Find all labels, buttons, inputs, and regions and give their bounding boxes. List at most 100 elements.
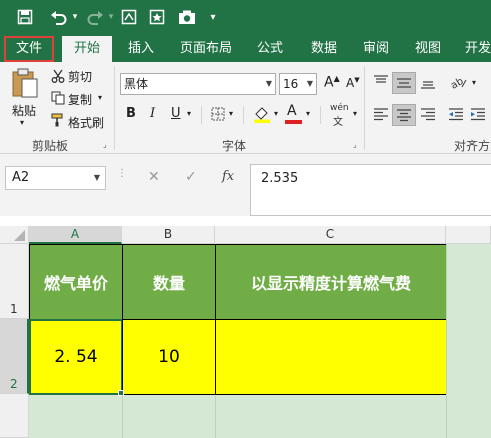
align-bottom-icon[interactable] [418,72,438,92]
gridline [446,244,447,438]
name-box[interactable]: A2 ▼ [5,166,106,190]
copy-dropdown-icon[interactable]: ▾ [98,93,102,102]
underline-button[interactable]: U [171,106,181,121]
divider [243,106,244,124]
phonetic-button[interactable]: wén [330,103,349,113]
chevron-down-icon: ▼ [93,173,100,182]
grow-font-button[interactable]: A▲ [324,74,340,91]
gridline [215,395,216,438]
increase-indent-icon[interactable] [468,104,488,124]
row-header-1[interactable]: 1 [0,244,29,319]
orientation-dropdown-icon[interactable]: ▾ [472,78,476,87]
paste-dropdown-icon[interactable]: ▾ [20,118,24,127]
align-left-icon[interactable] [371,104,391,124]
paste-icon[interactable] [8,66,42,100]
fill-handle[interactable] [118,390,124,396]
tab-developer[interactable]: 开发 [458,36,491,62]
cut-button[interactable]: 剪切 [68,68,92,85]
fill-color-icon[interactable] [252,104,272,124]
shrink-font-button[interactable]: A▼ [346,76,360,90]
redo-dropdown-icon[interactable]: ▾ [106,6,116,28]
cell-c1[interactable]: 以显示精度计算燃气费 [215,244,447,320]
clipboard-group-label: 剪贴板 [32,139,69,153]
italic-button[interactable]: I [150,106,155,121]
group-divider [364,66,365,150]
align-middle-icon[interactable] [392,72,416,94]
tab-file[interactable]: 文件 [4,36,54,62]
select-all-corner[interactable] [0,226,29,244]
clipboard-launcher-icon[interactable]: ⌟ [103,140,107,149]
undo-dropdown-icon[interactable]: ▾ [70,6,80,28]
tab-insert[interactable]: 插入 [118,36,164,62]
font-color-dropdown-icon[interactable]: ▾ [306,109,310,118]
formula-bar-area: A2 ▼ ⋮ ✕ ✓ fx 2.535 [0,154,491,216]
enter-icon[interactable]: ✓ [185,169,197,185]
cell-a1[interactable]: 燃气单价 [29,244,123,320]
borders-dropdown-icon[interactable]: ▾ [229,109,233,118]
row-header-3[interactable] [0,394,29,438]
font-size-select[interactable]: 16 ▼ [279,73,317,95]
insert-function-button[interactable]: fx [222,169,234,184]
fill-color-dropdown-icon[interactable]: ▾ [274,109,278,118]
ribbon-tabs: 文件 开始 插入 页面布局 公式 数据 审阅 视图 开发 [0,36,491,62]
column-header-b[interactable]: B [122,226,215,244]
formula-bar-grip-icon: ⋮ [117,168,127,179]
format-painter-icon[interactable] [50,112,66,128]
cell-b2-text: 10 [158,347,180,367]
cell-a2-text: 2. 54 [54,347,98,367]
ribbon: 粘贴 ▾ 剪切 复制 ▾ 格式刷 剪贴板 ⌟ 黑体 ▼ 16 ▼ A▲ A▼ B… [0,62,491,154]
cell-b1-text: 数量 [152,274,185,293]
tab-home[interactable]: 开始 [62,36,112,62]
save-icon[interactable] [14,6,36,28]
column-header-d[interactable] [446,226,491,244]
align-center-icon[interactable] [392,104,416,126]
phonetic-dropdown-icon[interactable]: ▾ [353,109,357,118]
decrease-indent-icon[interactable] [446,104,466,124]
cell-b2[interactable]: 10 [122,319,216,395]
orientation-icon[interactable]: ab [448,72,470,92]
copy-icon[interactable] [50,90,66,106]
underline-dropdown-icon[interactable]: ▾ [187,109,191,118]
customize-toolbar-icon[interactable]: ▾ [206,6,220,28]
cell-c1-text: 以显示精度计算燃气费 [250,274,411,293]
font-color-swatch [285,120,302,124]
svg-text:ab: ab [450,76,465,90]
gridline [122,395,123,438]
tab-review[interactable]: 审阅 [354,36,398,62]
bold-button[interactable]: B [126,106,136,121]
font-color-button[interactable]: A [287,103,297,119]
tab-data[interactable]: 数据 [302,36,346,62]
paste-label[interactable]: 粘贴 [12,102,36,119]
formula-value: 2.535 [261,171,299,186]
cell-c2[interactable] [215,319,447,395]
cell-a2[interactable]: 2. 54 [29,319,123,395]
cell-b1[interactable]: 数量 [122,244,216,320]
row-header-2[interactable]: 2 [0,319,29,394]
align-right-icon[interactable] [418,104,438,124]
borders-icon[interactable] [210,106,226,122]
cell-a1-text: 燃气单价 [43,274,108,293]
divider [320,106,321,124]
cancel-icon[interactable]: ✕ [148,169,160,185]
group-divider [114,66,115,150]
column-header-c[interactable]: C [215,226,446,244]
form-icon[interactable] [118,6,140,28]
format-painter-button[interactable]: 格式刷 [68,114,104,131]
camera-icon[interactable] [176,6,198,28]
chevron-down-icon: ▼ [265,79,272,88]
divider [201,106,202,124]
tab-formulas[interactable]: 公式 [248,36,292,62]
formula-input[interactable]: 2.535 [250,164,491,216]
redo-icon[interactable] [84,6,106,28]
font-group-label: 字体 [222,139,247,153]
font-family-select[interactable]: 黑体 ▼ [120,73,276,95]
copy-button[interactable]: 复制 [68,91,92,108]
tab-page-layout[interactable]: 页面布局 [172,36,240,62]
bookmark-icon[interactable] [146,6,168,28]
scissors-icon[interactable] [50,68,66,84]
font-launcher-icon[interactable]: ⌟ [353,140,357,149]
tab-view[interactable]: 视图 [406,36,450,62]
column-header-a[interactable]: A [29,226,122,244]
undo-icon[interactable] [48,6,70,28]
align-top-icon[interactable] [371,72,391,92]
